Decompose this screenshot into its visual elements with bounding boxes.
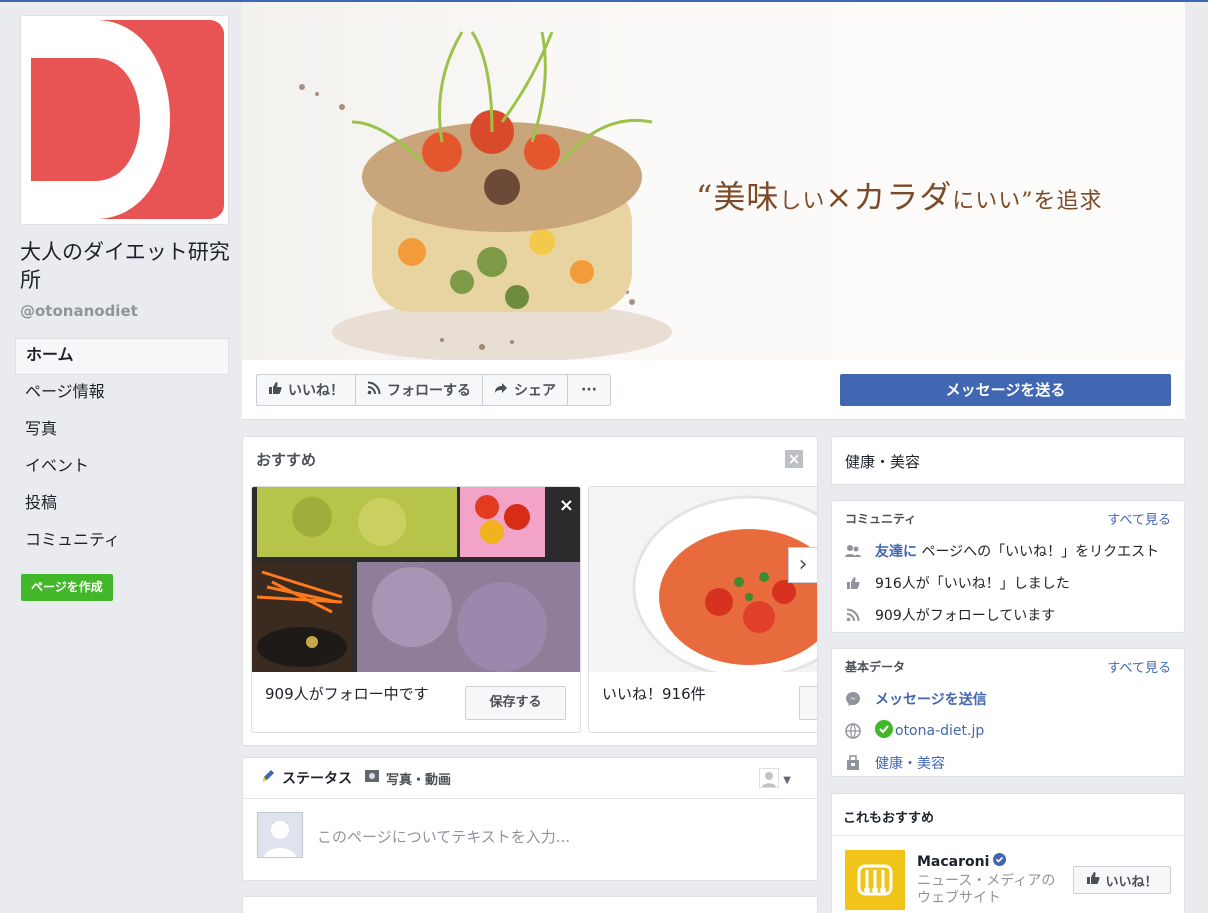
friends-link[interactable]: 友達に <box>875 544 917 560</box>
soup-photo <box>589 487 817 672</box>
more-options-button[interactable]: ··· <box>568 375 610 405</box>
thumbs-up-icon <box>268 381 282 399</box>
post-text-input[interactable]: このページについてテキストを入力... <box>317 826 570 847</box>
category-card[interactable]: 健康・美容 <box>831 436 1185 485</box>
sidebar-item-community[interactable]: コミュニティ <box>15 523 229 560</box>
dismiss-icon[interactable]: × <box>559 495 574 516</box>
basic-info-card: 基本データ すべて見る メッセージを送信 otona-diet.jp 健康・美容 <box>831 648 1185 777</box>
macaroni-logo[interactable] <box>845 850 905 910</box>
recommendation-item[interactable]: × 909人がフォロー中です 保存する <box>251 486 581 733</box>
thumbs-up-icon <box>845 575 861 591</box>
composer-tabs: ステータス 写真・動画 <box>243 758 817 799</box>
invite-friends-row: 友達に ページへの「いいね！」をリクエスト <box>832 535 1184 567</box>
verified-badge-icon <box>993 853 1007 870</box>
profile-picture[interactable] <box>20 15 229 225</box>
website-link[interactable]: otona-diet.jp <box>895 723 984 739</box>
sidebar-item-events[interactable]: イベント <box>15 449 229 486</box>
also-recommended-card: これもおすすめ Macaroni ニュース・メディアのウェブサイト いいね！ <box>831 793 1185 913</box>
friends-icon <box>845 543 861 559</box>
recommendation-caption: 909人がフォロー中です <box>265 685 429 703</box>
page-handle[interactable]: @otonanodiet <box>20 302 138 320</box>
likes-count-row: 916人が「いいね！」しました <box>832 567 1184 599</box>
community-title: コミュニティ <box>845 511 917 526</box>
category-tag-icon <box>845 755 861 771</box>
pencil-icon <box>260 768 276 788</box>
like-button[interactable]: いいね！ <box>257 375 356 405</box>
save-button[interactable]: 保存する <box>465 686 566 720</box>
follow-button[interactable]: フォローする <box>356 375 483 405</box>
recommendations-title: おすすめ <box>256 451 317 469</box>
website-row[interactable]: otona-diet.jp <box>832 715 1184 747</box>
page-title: 大人のダイエット研究所 <box>20 240 230 292</box>
see-all-link[interactable]: すべて見る <box>1107 657 1171 676</box>
share-arrow-icon <box>494 381 508 399</box>
tab-status[interactable]: ステータス <box>260 768 352 788</box>
messenger-icon <box>845 691 861 707</box>
post-as-selector[interactable]: ▼ <box>758 767 791 792</box>
camera-icon <box>364 768 380 788</box>
send-message-button[interactable]: メッセージを送る <box>840 374 1171 406</box>
create-page-button[interactable]: ページを作成 <box>21 574 113 601</box>
rss-follow-icon <box>367 381 381 399</box>
rss-follow-icon <box>845 607 861 623</box>
community-header: コミュニティ すべて見る <box>832 501 1184 535</box>
brand-logo <box>25 20 224 219</box>
category-row[interactable]: 健康・美容 <box>832 747 1184 779</box>
cover-tagline: “美味しい×カラダにいい”を追求 <box>696 178 1103 216</box>
bento-photo: × <box>252 487 580 672</box>
suggested-page-category: ニュース・メディアのウェブサイト <box>917 873 1056 906</box>
tab-photo-video[interactable]: 写真・動画 <box>364 768 451 788</box>
sidebar-item-about[interactable]: ページ情報 <box>15 375 229 412</box>
close-icon[interactable]: × <box>785 450 803 468</box>
chevron-right-icon[interactable]: › <box>788 547 817 583</box>
cover-photo[interactable]: “美味しい×カラダにいい”を追求 <box>242 2 1185 360</box>
suggested-like-button[interactable]: いいね！ <box>1073 866 1171 894</box>
thumbs-up-icon <box>1086 871 1101 889</box>
chevron-down-icon: ▼ <box>783 774 791 786</box>
page-action-bar: いいね！ フォローする シェア ··· メッセージを送る <box>242 360 1185 420</box>
community-card: コミュニティ すべて見る 友達に ページへの「いいね！」をリクエスト 916人が… <box>831 500 1185 633</box>
recommendations-card: おすすめ × × 909人がフォロー中です 保存する いいね！916件 › <box>242 436 818 746</box>
photos-section-card <box>242 896 818 913</box>
also-recommended-title: これもおすすめ <box>832 794 1184 836</box>
sidebar-item-home[interactable]: ホーム <box>15 338 229 375</box>
avatar <box>257 812 303 858</box>
recommendation-item[interactable]: いいね！916件 <box>588 486 817 733</box>
save-button[interactable] <box>799 686 817 720</box>
action-button-group: いいね！ フォローする シェア ··· <box>256 374 611 406</box>
followers-count-row: 909人がフォローしています <box>832 599 1184 631</box>
user-avatar-icon <box>758 767 780 792</box>
share-button[interactable]: シェア <box>483 375 568 405</box>
basic-info-title: 基本データ <box>845 659 906 674</box>
post-composer: ステータス 写真・動画 ▼ このページについてテキストを入力... <box>242 757 818 881</box>
verified-check-icon <box>875 720 893 742</box>
sidebar-item-photos[interactable]: 写真 <box>15 412 229 449</box>
send-message-row[interactable]: メッセージを送信 <box>832 683 1184 715</box>
recommendation-caption: いいね！916件 <box>602 685 706 703</box>
globe-icon <box>845 723 861 739</box>
suggested-page-name[interactable]: Macaroni <box>917 853 1007 870</box>
sidebar-nav: ホーム ページ情報 写真 イベント 投稿 コミュニティ <box>15 338 229 560</box>
sidebar-item-posts[interactable]: 投稿 <box>15 486 229 523</box>
see-all-link[interactable]: すべて見る <box>1107 509 1171 528</box>
basic-info-header: 基本データ すべて見る <box>832 649 1184 683</box>
